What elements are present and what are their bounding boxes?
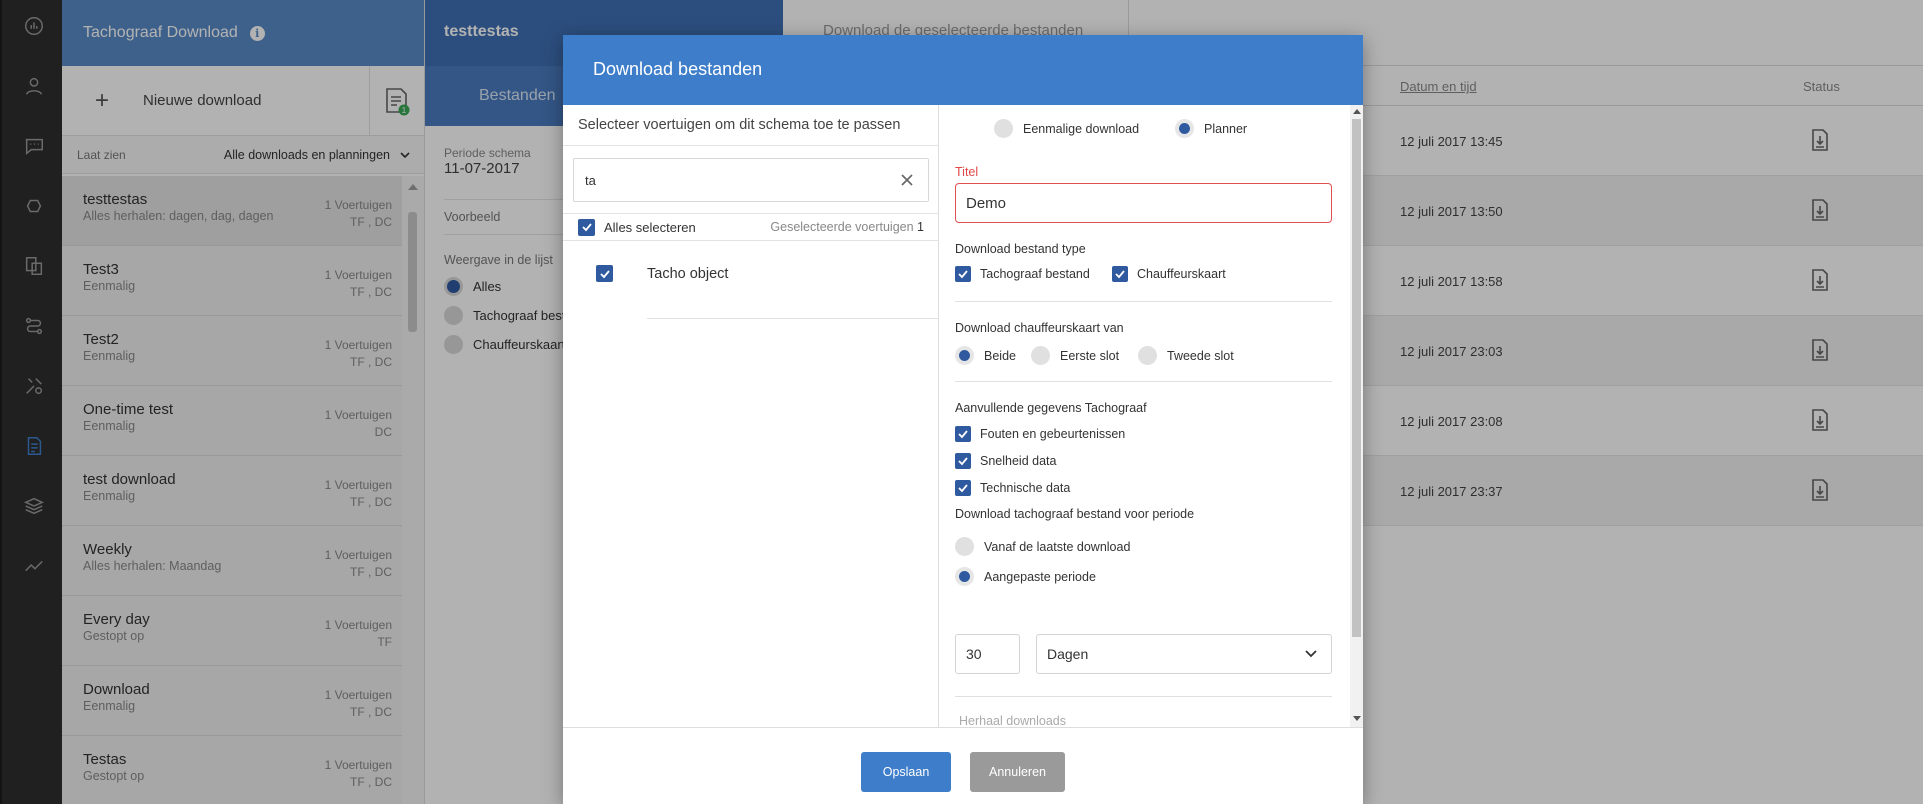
divider: [955, 696, 1332, 697]
period-label: Download tachograaf bestand voor periode: [955, 507, 1195, 521]
extra-speed-option[interactable]: Snelheid data: [955, 453, 1056, 469]
checkbox[interactable]: [955, 266, 971, 282]
repeat-label: Herhaal downloads: [959, 714, 1067, 727]
select-all-label[interactable]: Alles selecteren: [604, 220, 696, 235]
download-settings-pane: Eenmalige download Planner Titel Demo Do…: [939, 105, 1363, 727]
dialog-footer: Opslaan Annuleren: [563, 727, 1363, 804]
radio-button[interactable]: [1031, 346, 1050, 365]
download-files-dialog: Download bestanden Selecteer voertuigen …: [563, 35, 1363, 804]
extra-tech-option[interactable]: Technische data: [955, 480, 1070, 496]
file-type-card-option[interactable]: Chauffeurskaart: [1112, 266, 1226, 282]
radio-button[interactable]: [955, 346, 974, 365]
card-from-label: Download chauffeurskaart van: [955, 321, 1124, 335]
radio-button[interactable]: [955, 537, 974, 556]
checkbox[interactable]: [955, 480, 971, 496]
title-input[interactable]: Demo: [955, 183, 1332, 223]
period-number-input[interactable]: 30: [955, 634, 1020, 674]
period-custom-option[interactable]: Aangepaste periode: [955, 567, 1096, 586]
checkbox[interactable]: [955, 453, 971, 469]
chevron-down-icon: [1305, 650, 1317, 658]
vehicle-selection-pane: Selecteer voertuigen om dit schema toe t…: [563, 105, 939, 727]
checkbox[interactable]: [1112, 266, 1128, 282]
radio-button[interactable]: [994, 119, 1013, 138]
vehicle-search-input[interactable]: ta: [573, 158, 929, 202]
vehicle-row[interactable]: Tacho object: [563, 241, 939, 319]
period-unit-value: Dagen: [1047, 646, 1089, 662]
selected-vehicles-count: Geselecteerde voertuigen 1: [770, 220, 924, 234]
scroll-up-icon[interactable]: [1353, 109, 1361, 114]
dialog-title: Download bestanden: [563, 35, 1363, 105]
checkbox[interactable]: [955, 426, 971, 442]
divider: [647, 318, 939, 319]
period-last-option[interactable]: Vanaf de laatste download: [955, 537, 1130, 556]
extra-data-label: Aanvullende gegevens Tachograaf: [955, 401, 1147, 415]
slot-second-option[interactable]: Tweede slot: [1138, 346, 1234, 365]
radio-button[interactable]: [1175, 119, 1194, 138]
checkbox-label: Fouten en gebeurtenissen: [980, 427, 1126, 441]
scroll-thumb[interactable]: [1352, 119, 1361, 637]
file-type-label: Download bestand type: [955, 242, 1086, 256]
vehicle-checkbox[interactable]: [596, 265, 613, 282]
radio-button[interactable]: [955, 567, 974, 586]
select-all-row: Alles selecteren Geselecteerde voertuige…: [563, 213, 939, 241]
period-unit-select[interactable]: Dagen: [1036, 634, 1332, 674]
scroll-down-icon[interactable]: [1353, 716, 1361, 721]
radio-label: Aangepaste periode: [984, 569, 1096, 584]
title-label: Titel: [955, 165, 979, 179]
radio-label: Eenmalige download: [1023, 121, 1140, 136]
select-all-checkbox[interactable]: [578, 218, 595, 236]
checkbox-label: Tachograaf bestand: [980, 267, 1090, 281]
mode-once-option[interactable]: Eenmalige download: [994, 119, 1139, 138]
file-type-tacho-option[interactable]: Tachograaf bestand: [955, 266, 1090, 282]
slot-first-option[interactable]: Eerste slot: [1031, 346, 1119, 365]
divider: [955, 301, 1332, 302]
divider: [955, 381, 1332, 382]
radio-button[interactable]: [1138, 346, 1157, 365]
checkbox-label: Chauffeurskaart: [1137, 267, 1226, 281]
radio-label: Eerste slot: [1060, 348, 1120, 363]
cancel-button[interactable]: Annuleren: [970, 752, 1065, 792]
checkbox-label: Snelheid data: [980, 454, 1057, 468]
checkbox-label: Technische data: [980, 481, 1071, 495]
clear-icon[interactable]: [899, 172, 915, 188]
slot-both-option[interactable]: Beide: [955, 346, 1016, 365]
radio-label: Tweede slot: [1167, 348, 1234, 363]
mode-planner-option[interactable]: Planner: [1175, 119, 1247, 138]
vehicle-name: Tacho object: [647, 266, 729, 282]
extra-faults-option[interactable]: Fouten en gebeurtenissen: [955, 426, 1125, 442]
radio-label: Vanaf de laatste download: [984, 539, 1131, 554]
vehicle-hint: Selecteer voertuigen om dit schema toe t…: [563, 105, 938, 146]
radio-label: Planner: [1204, 121, 1248, 136]
settings-scrollbar[interactable]: [1350, 105, 1363, 727]
search-value: ta: [585, 173, 596, 188]
radio-label: Beide: [984, 348, 1016, 363]
save-button[interactable]: Opslaan: [861, 752, 951, 792]
